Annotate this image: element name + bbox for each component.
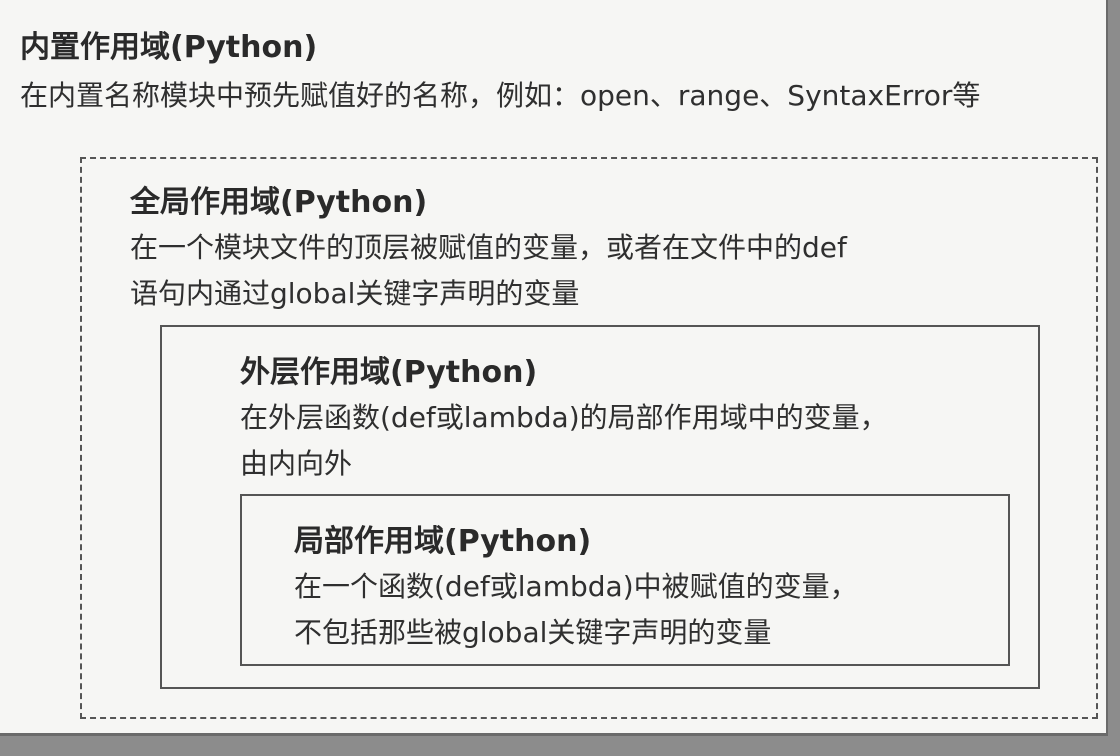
local-scope-box: 局部作用域(Python) 在一个函数(def或lambda)中被赋值的变量， …	[240, 494, 1010, 666]
builtin-scope-line: 在内置名称模块中预先赋值好的名称，例如：open、range、SyntaxErr…	[20, 79, 981, 112]
builtin-scope-description: 在内置名称模块中预先赋值好的名称，例如：open、range、SyntaxErr…	[20, 73, 980, 119]
enclosing-scope-title: 外层作用域(Python)	[240, 355, 538, 390]
global-scope-title: 全局作用域(Python)	[130, 185, 428, 220]
global-scope-description: 在一个模块文件的顶层被赋值的变量，或者在文件中的def 语句内通过global关…	[130, 225, 847, 317]
page: 内置作用域(Python) 在内置名称模块中预先赋值好的名称，例如：open、r…	[0, 0, 1108, 736]
local-scope-line: 在一个函数(def或lambda)中被赋值的变量，	[294, 570, 858, 603]
global-scope-line: 语句内通过global关键字声明的变量	[130, 277, 580, 310]
local-scope-line: 不包括那些被global关键字声明的变量	[294, 616, 772, 649]
global-scope-line: 在一个模块文件的顶层被赋值的变量，或者在文件中的def	[130, 231, 847, 264]
enclosing-scope-line: 在外层函数(def或lambda)的局部作用域中的变量，	[240, 401, 888, 434]
builtin-scope-title: 内置作用域(Python)	[20, 30, 318, 65]
local-scope-title: 局部作用域(Python)	[294, 524, 592, 559]
enclosing-scope-line: 由内向外	[240, 447, 353, 480]
enclosing-scope-description: 在外层函数(def或lambda)的局部作用域中的变量， 由内向外	[240, 395, 888, 487]
local-scope-description: 在一个函数(def或lambda)中被赋值的变量， 不包括那些被global关键…	[294, 564, 858, 656]
